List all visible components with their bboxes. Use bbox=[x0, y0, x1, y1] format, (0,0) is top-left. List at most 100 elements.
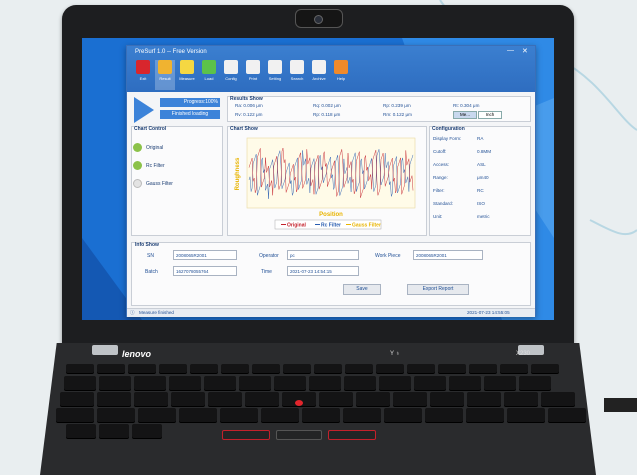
toolbar-print-button[interactable]: Print bbox=[243, 60, 263, 90]
laptop-screen: PreSurf 1.0 -- Free Version — ✕ Exit Resu… bbox=[82, 38, 554, 320]
keyboard-key[interactable] bbox=[134, 376, 166, 390]
keyboard-key[interactable] bbox=[356, 392, 390, 406]
keyboard-key[interactable] bbox=[519, 376, 551, 390]
toolbar-help-button[interactable]: Help bbox=[331, 60, 351, 90]
keyboard-key[interactable] bbox=[274, 376, 306, 390]
keyboard-key[interactable] bbox=[245, 392, 279, 406]
keyboard-key[interactable] bbox=[309, 376, 341, 390]
minimize-button[interactable]: — bbox=[507, 47, 514, 54]
keyboard-key[interactable] bbox=[128, 364, 156, 373]
keyboard-key[interactable] bbox=[239, 376, 271, 390]
keyboard-key[interactable] bbox=[179, 408, 217, 422]
filter-original-toggle[interactable]: Original bbox=[133, 143, 203, 153]
keyboard-key[interactable] bbox=[407, 364, 435, 373]
keyboard-key[interactable] bbox=[159, 364, 187, 373]
keyboard-key[interactable] bbox=[99, 376, 131, 390]
keyboard-key[interactable] bbox=[138, 408, 176, 422]
filter-rc-toggle[interactable]: Rc Filter bbox=[133, 161, 203, 171]
keyboard-key[interactable] bbox=[467, 392, 501, 406]
keyboard-key[interactable] bbox=[97, 392, 131, 406]
toolbar-setting-button[interactable]: Setting bbox=[265, 60, 285, 90]
keyboard-key[interactable] bbox=[208, 392, 242, 406]
keyboard-key[interactable] bbox=[204, 376, 236, 390]
keyboard-key[interactable] bbox=[344, 376, 376, 390]
keyboard-key[interactable] bbox=[220, 408, 258, 422]
close-button[interactable]: ✕ bbox=[522, 47, 528, 55]
keyboard-key[interactable] bbox=[171, 392, 205, 406]
batch-field[interactable]: 1627078055764 bbox=[173, 266, 237, 276]
legend-entry: Gauss Filter bbox=[352, 223, 381, 229]
keyboard-key[interactable] bbox=[425, 408, 463, 422]
operator-label: Operator bbox=[259, 253, 279, 259]
keyboard-key[interactable] bbox=[221, 364, 249, 373]
operator-field[interactable]: pc bbox=[287, 250, 359, 260]
configuration-title: Configuration bbox=[432, 126, 465, 132]
sn-field[interactable]: 2008065R2001 bbox=[173, 250, 237, 260]
toolbar-label: Result bbox=[159, 76, 171, 81]
toolbar-load-button[interactable]: Load bbox=[199, 60, 219, 90]
keyboard-key[interactable] bbox=[314, 364, 342, 373]
keyboard-key[interactable] bbox=[484, 376, 516, 390]
keyboard-key[interactable] bbox=[504, 392, 538, 406]
keyboard-key[interactable] bbox=[507, 408, 545, 422]
unit-inch-button[interactable]: Inch bbox=[478, 111, 502, 119]
workpiece-field[interactable]: 2008065R2001 bbox=[413, 250, 483, 260]
keyboard-key[interactable] bbox=[66, 364, 94, 373]
keyboard-key[interactable] bbox=[99, 424, 129, 438]
left-click-button[interactable] bbox=[222, 430, 270, 440]
loading-status: Finished loading bbox=[160, 110, 220, 119]
keyboard-key[interactable] bbox=[64, 376, 96, 390]
middle-click-button[interactable] bbox=[276, 430, 322, 440]
keyboard-key[interactable] bbox=[430, 392, 464, 406]
toolbar-label: Archive bbox=[312, 76, 326, 81]
keyboard-key[interactable] bbox=[466, 408, 504, 422]
keyboard-key[interactable] bbox=[414, 376, 446, 390]
keyboard-key[interactable] bbox=[252, 364, 280, 373]
keyboard-key[interactable] bbox=[60, 392, 94, 406]
toolbar-result-button[interactable]: Result bbox=[155, 60, 175, 90]
filter-gauss-toggle[interactable]: Gauss Filter bbox=[133, 179, 203, 189]
right-click-button[interactable] bbox=[328, 430, 376, 440]
keyboard-key[interactable] bbox=[384, 408, 422, 422]
keyboard-key[interactable] bbox=[302, 408, 340, 422]
keyboard-key[interactable] bbox=[393, 392, 427, 406]
keyboard-key[interactable] bbox=[376, 364, 404, 373]
keyboard-key[interactable] bbox=[134, 392, 168, 406]
keyboard-key[interactable] bbox=[132, 424, 162, 438]
chart-title: Chart Show bbox=[230, 126, 258, 132]
keyboard-key[interactable] bbox=[531, 364, 559, 373]
toolbar-exit-button[interactable]: Exit bbox=[133, 60, 153, 90]
setting-icon bbox=[268, 60, 282, 74]
keyboard-key[interactable] bbox=[541, 392, 575, 406]
toolbar-search-button[interactable]: Search bbox=[287, 60, 307, 90]
status-message: Measure finished bbox=[139, 310, 174, 315]
time-field[interactable]: 2021-07-23 14:54:15 bbox=[287, 266, 359, 276]
toolbar-label: Config bbox=[225, 76, 237, 81]
export-report-button[interactable]: Export Report bbox=[407, 284, 469, 295]
toolbar-config-button[interactable]: Config bbox=[221, 60, 241, 90]
time-label: Time bbox=[261, 269, 272, 275]
save-button[interactable]: Save bbox=[343, 284, 381, 295]
keyboard-key[interactable] bbox=[500, 364, 528, 373]
toolbar-measure-button[interactable]: Measure bbox=[177, 60, 197, 90]
keyboard-key[interactable] bbox=[449, 376, 481, 390]
keyboard-key[interactable] bbox=[283, 364, 311, 373]
toolbar-archive-button[interactable]: Archive bbox=[309, 60, 329, 90]
keyboard-key[interactable] bbox=[379, 376, 411, 390]
keyboard-key[interactable] bbox=[438, 364, 466, 373]
start-measure-button[interactable] bbox=[134, 97, 154, 123]
trackpoint[interactable] bbox=[295, 400, 303, 406]
keyboard-key[interactable] bbox=[469, 364, 497, 373]
keyboard-key[interactable] bbox=[97, 408, 135, 422]
keyboard-key[interactable] bbox=[319, 392, 353, 406]
keyboard-key[interactable] bbox=[190, 364, 218, 373]
keyboard-key[interactable] bbox=[343, 408, 381, 422]
keyboard-key[interactable] bbox=[66, 424, 96, 438]
keyboard-key[interactable] bbox=[548, 408, 586, 422]
keyboard-key[interactable] bbox=[345, 364, 373, 373]
keyboard-key[interactable] bbox=[169, 376, 201, 390]
unit-metric-button[interactable]: Me... bbox=[453, 111, 477, 119]
keyboard-key[interactable] bbox=[56, 408, 94, 422]
keyboard-key[interactable] bbox=[261, 408, 299, 422]
keyboard-key[interactable] bbox=[97, 364, 125, 373]
